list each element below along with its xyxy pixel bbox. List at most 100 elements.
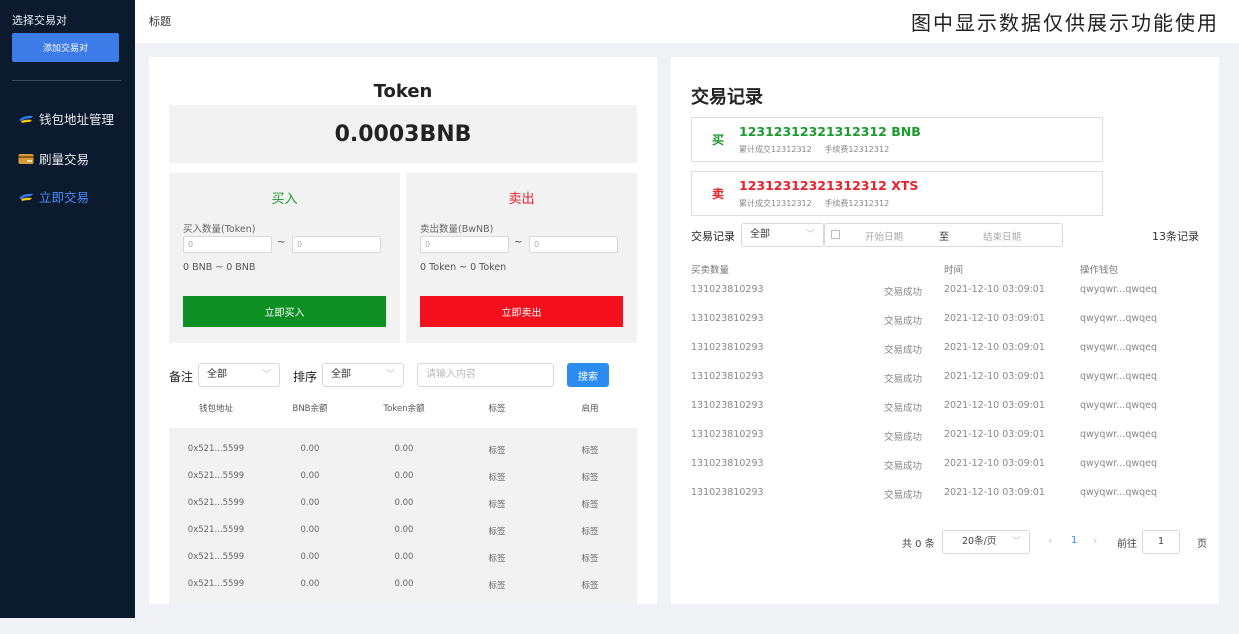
trade-amount: 131023810293 bbox=[691, 400, 764, 411]
column-header: 启用 bbox=[581, 404, 599, 414]
table-row[interactable]: 0x521...5599 0.00 0.00 标签 标签 bbox=[169, 444, 637, 458]
column-header: 操作钱包 bbox=[1080, 265, 1119, 276]
trade-status: 交易成功 bbox=[884, 287, 923, 298]
token-balance: 0.00 bbox=[394, 525, 414, 535]
buy-max-input[interactable]: 0 bbox=[292, 236, 381, 253]
sell-side-label: 卖 bbox=[712, 187, 725, 201]
table-row[interactable]: 131023810293 交易成功 2021-12-10 03:09:01 qw… bbox=[691, 458, 1201, 472]
search-input[interactable]: 请输入内容 bbox=[417, 363, 554, 387]
table-row[interactable]: 131023810293 交易成功 2021-12-10 03:09:01 qw… bbox=[691, 371, 1201, 385]
column-header: 买卖数量 bbox=[691, 265, 730, 276]
page-size-select[interactable]: 20条/页 ﹀ bbox=[942, 530, 1030, 554]
trade-time: 2021-12-10 03:09:01 bbox=[944, 284, 1045, 295]
sell-min-input[interactable]: 0 bbox=[420, 236, 509, 253]
table-row[interactable]: 131023810293 交易成功 2021-12-10 03:09:01 qw… bbox=[691, 284, 1201, 298]
prev-page-button[interactable]: ‹ bbox=[1048, 534, 1052, 547]
trade-time: 2021-12-10 03:09:01 bbox=[944, 400, 1045, 411]
cumulative-volume: 累计成交12312312 bbox=[739, 199, 812, 208]
wallet-icon bbox=[19, 193, 33, 201]
column-header: BNB余额 bbox=[292, 404, 328, 414]
cumulative-volume: 累计成交12312312 bbox=[739, 145, 812, 154]
page-number-current[interactable]: 1 bbox=[1071, 535, 1077, 546]
buy-summary-detail: 累计成交12312312 手续费12312312 bbox=[739, 144, 889, 155]
trade-status: 交易成功 bbox=[884, 345, 923, 356]
wallet-filter-bar: 备注 全部 ﹀ 排序 全部 ﹀ 请输入内容 搜索 bbox=[169, 363, 649, 387]
trade-wallet: qwyqwr...qwqeq bbox=[1080, 487, 1158, 498]
trade-amount: 131023810293 bbox=[691, 487, 764, 498]
sell-max-input[interactable]: 0 bbox=[529, 236, 618, 253]
trade-amount: 131023810293 bbox=[691, 458, 764, 469]
range-separator: ~ bbox=[277, 237, 286, 248]
tag-cell: 标签 bbox=[488, 527, 506, 537]
end-date-input[interactable]: 结束日期 bbox=[983, 229, 1021, 243]
sidebar-item-label: 立即交易 bbox=[39, 190, 90, 205]
note-filter-select[interactable]: 全部 ﹀ bbox=[198, 363, 280, 387]
token-trade-panel: Token 0.0003BNB 买入 买入数量(Token) 0 ~ 0 0 B… bbox=[149, 57, 657, 604]
buy-side-label: 买 bbox=[712, 133, 725, 147]
table-row[interactable]: 0x521...5599 0.00 0.00 标签 标签 bbox=[169, 579, 637, 593]
demo-notice: 图中显示数据仅供展示功能使用 bbox=[911, 11, 1219, 35]
sidebar-item-instant-trading[interactable]: 立即交易 bbox=[18, 187, 89, 206]
add-pair-button[interactable]: 添加交易对 bbox=[12, 33, 119, 62]
buy-summary-card: 买 12312312321312312 BNB 累计成交12312312 手续费… bbox=[691, 117, 1103, 162]
top-header: 标题 图中显示数据仅供展示功能使用 bbox=[135, 0, 1239, 43]
table-row[interactable]: 131023810293 交易成功 2021-12-10 03:09:01 qw… bbox=[691, 342, 1201, 356]
trade-wallet: qwyqwr...qwqeq bbox=[1080, 284, 1158, 295]
record-filter-label: 交易记录 bbox=[691, 230, 735, 243]
sell-now-button[interactable]: 立即卖出 bbox=[420, 296, 623, 327]
token-balance: 0.00 bbox=[394, 579, 414, 589]
total-count: 共 0 条 bbox=[902, 539, 935, 550]
buy-summary-amount: 12312312321312312 BNB bbox=[739, 124, 921, 139]
date-range-picker[interactable]: 开始日期 至 结束日期 bbox=[824, 223, 1063, 247]
start-date-input[interactable]: 开始日期 bbox=[865, 229, 903, 243]
breadcrumb: 标题 bbox=[149, 15, 171, 28]
sidebar-item-wallet-management[interactable]: 钱包地址管理 bbox=[18, 109, 114, 128]
sell-summary-card: 卖 12312312321312312 XTS 累计成交12312312 手续费… bbox=[691, 171, 1103, 216]
trade-time: 2021-12-10 03:09:01 bbox=[944, 342, 1045, 353]
range-separator: ~ bbox=[514, 237, 523, 248]
wallet-address: 0x521...5599 bbox=[187, 579, 245, 589]
sidebar-item-volume-trading[interactable]: 刷量交易 bbox=[18, 149, 89, 168]
buy-title: 买入 bbox=[271, 192, 298, 207]
wallet-address: 0x521...5599 bbox=[187, 552, 245, 562]
sidebar-divider bbox=[12, 80, 121, 81]
token-balance: 0.00 bbox=[394, 552, 414, 562]
sidebar-item-label: 钱包地址管理 bbox=[39, 112, 115, 127]
table-row[interactable]: 131023810293 交易成功 2021-12-10 03:09:01 qw… bbox=[691, 313, 1201, 327]
table-row[interactable]: 0x521...5599 0.00 0.00 标签 标签 bbox=[169, 498, 637, 512]
trade-time: 2021-12-10 03:09:01 bbox=[944, 487, 1045, 498]
goto-page-input[interactable]: 1 bbox=[1142, 530, 1180, 554]
bnb-balance: 0.00 bbox=[300, 525, 320, 535]
sort-label: 排序 bbox=[293, 370, 318, 384]
table-row[interactable]: 131023810293 交易成功 2021-12-10 03:09:01 qw… bbox=[691, 429, 1201, 443]
table-row[interactable]: 0x521...5599 0.00 0.00 标签 标签 bbox=[169, 471, 637, 485]
trade-status: 交易成功 bbox=[884, 461, 923, 472]
trade-amount: 131023810293 bbox=[691, 342, 764, 353]
bnb-balance: 0.00 bbox=[300, 579, 320, 589]
tag-cell: 标签 bbox=[488, 446, 506, 456]
column-header: Token余额 bbox=[383, 404, 425, 414]
fee: 手续费12312312 bbox=[824, 145, 890, 154]
table-row[interactable]: 131023810293 交易成功 2021-12-10 03:09:01 qw… bbox=[691, 400, 1201, 414]
search-button[interactable]: 搜索 bbox=[567, 363, 609, 387]
table-row[interactable]: 131023810293 交易成功 2021-12-10 03:09:01 qw… bbox=[691, 487, 1201, 501]
table-row[interactable]: 0x521...5599 0.00 0.00 标签 标签 bbox=[169, 525, 637, 539]
trade-status: 交易成功 bbox=[884, 316, 923, 327]
chevron-down-icon: ﹀ bbox=[385, 370, 395, 380]
trade-status: 交易成功 bbox=[884, 374, 923, 385]
token-price: 0.0003BNB bbox=[169, 105, 637, 163]
trade-wallet: qwyqwr...qwqeq bbox=[1080, 429, 1158, 440]
sort-select[interactable]: 全部 ﹀ bbox=[322, 363, 404, 387]
record-type-select[interactable]: 全部 ﹀ bbox=[741, 223, 824, 247]
trade-time: 2021-12-10 03:09:01 bbox=[944, 458, 1045, 469]
trade-wallet: qwyqwr...qwqeq bbox=[1080, 371, 1158, 382]
wallet-address: 0x521...5599 bbox=[187, 471, 245, 481]
token-balance: 0.00 bbox=[394, 471, 414, 481]
table-row[interactable]: 0x521...5599 0.00 0.00 标签 标签 bbox=[169, 552, 637, 566]
column-header: 时间 bbox=[944, 265, 964, 276]
bnb-balance: 0.00 bbox=[300, 444, 320, 454]
records-table-header: 买卖数量 时间 操作钱包 bbox=[691, 262, 1201, 276]
buy-min-input[interactable]: 0 bbox=[183, 236, 272, 253]
buy-now-button[interactable]: 立即买入 bbox=[183, 296, 386, 327]
next-page-button[interactable]: › bbox=[1093, 534, 1097, 547]
